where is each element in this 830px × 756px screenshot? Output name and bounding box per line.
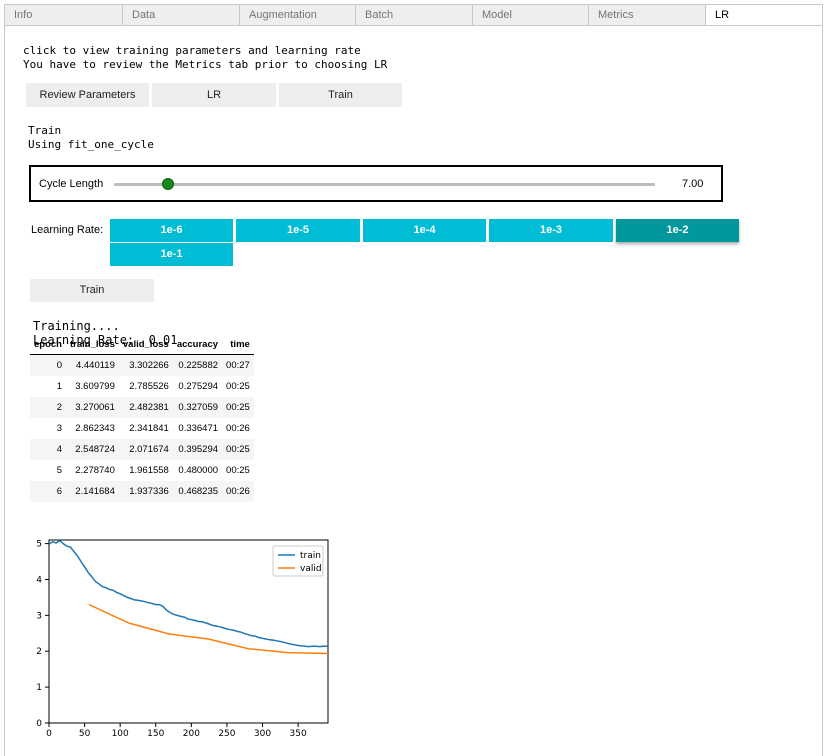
x-tick-label: 250 <box>218 729 235 739</box>
valid-loss-cell: 2.071674 <box>118 439 173 460</box>
y-tick-label: 5 <box>36 540 42 550</box>
review-parameters-button[interactable]: Review Parameters <box>26 83 149 107</box>
valid-loss-cell: 2.341841 <box>129 423 169 434</box>
accuracy-cell: 0.225882 <box>172 354 223 376</box>
time-cell: 00:25 <box>222 397 254 418</box>
header-accuracy: accuracy <box>172 334 223 355</box>
table-row: 1 3.609799 2.785526 0.275294 00:25 <box>30 376 254 397</box>
header-epoch: epoch <box>30 334 66 355</box>
table-row: 4 2.548724 2.071674 0.395294 00:25 <box>30 439 254 460</box>
epoch-cell: 0 <box>30 354 66 376</box>
y-tick-label: 1 <box>36 683 42 693</box>
tab-lr[interactable]: LR <box>705 4 823 26</box>
epoch-cell: 4 <box>30 439 66 460</box>
lr-option-1e-1[interactable]: 1e-1 <box>110 243 233 266</box>
cycle-length-slider-handle[interactable] <box>162 178 175 190</box>
tab-info[interactable]: Info <box>4 4 122 26</box>
legend-label-train: train <box>300 551 321 561</box>
accuracy-cell: 0.327059 <box>172 397 223 418</box>
intro-line-1: click to view training parameters and le… <box>23 44 361 57</box>
results-header-row: epoch train_loss valid_loss accuracy tim… <box>30 334 254 355</box>
header-train-loss: train_loss <box>65 334 119 355</box>
epoch-cell: 3 <box>56 423 62 434</box>
x-tick-label: 350 <box>290 729 307 739</box>
train-heading: Train <box>28 124 62 137</box>
valid-loss-cell: 2.482381 <box>118 397 173 418</box>
cycle-length-widget: Cycle Length 7.00 <box>29 165 723 202</box>
epoch-cell: 1 <box>56 381 62 392</box>
lr-option-1e-3[interactable]: 1e-3 <box>489 219 613 242</box>
tab-bar: Info Data Augmentation Batch Model Metri… <box>4 4 823 26</box>
valid-loss-cell: 1.961558 <box>129 465 169 476</box>
legend-label-valid: valid <box>300 564 322 574</box>
tab-batch[interactable]: Batch <box>355 4 472 26</box>
x-tick-label: 200 <box>183 729 200 739</box>
y-tick-label: 0 <box>36 719 42 729</box>
accuracy-cell: 0.480000 <box>178 465 219 476</box>
y-tick-label: 3 <box>36 611 42 621</box>
valid-loss-cell: 3.302266 <box>118 354 173 376</box>
lr-option-1e-2[interactable]: 1e-2 <box>616 219 739 242</box>
train-loss-cell: 3.609799 <box>75 381 115 392</box>
accuracy-cell: 0.275294 <box>178 381 219 392</box>
table-row: 0 4.440119 3.302266 0.225882 00:27 <box>30 354 254 376</box>
accuracy-cell: 0.468235 <box>172 481 223 502</box>
tab-augmentation[interactable]: Augmentation <box>239 4 355 26</box>
table-row: 3 2.862343 2.341841 0.336471 00:26 <box>30 418 254 439</box>
lr-button[interactable]: LR <box>152 83 276 107</box>
y-tick-label: 4 <box>36 575 42 585</box>
train-loss-cell: 4.440119 <box>65 354 119 376</box>
train-method: Using fit_one_cycle <box>28 138 154 151</box>
valid-loss-cell: 1.937336 <box>118 481 173 502</box>
train-loss-cell: 2.141684 <box>65 481 119 502</box>
cycle-length-label: Cycle Length <box>39 178 104 190</box>
learning-rate-label: Learning Rate: <box>31 224 104 236</box>
train-loss-cell: 2.548724 <box>65 439 119 460</box>
train-top-button[interactable]: Train <box>279 83 402 107</box>
time-cell: 00:27 <box>222 354 254 376</box>
cycle-length-slider-track[interactable] <box>114 183 655 186</box>
x-tick-label: 0 <box>46 729 52 739</box>
lr-option-1e-6[interactable]: 1e-6 <box>110 219 233 242</box>
train-loss-cell: 2.278740 <box>75 465 115 476</box>
table-row: 6 2.141684 1.937336 0.468235 00:26 <box>30 481 254 502</box>
tab-model[interactable]: Model <box>472 4 588 26</box>
valid-loss-cell: 2.785526 <box>129 381 169 392</box>
epoch-cell: 6 <box>30 481 66 502</box>
epoch-cell: 5 <box>56 465 62 476</box>
x-tick-label: 50 <box>79 729 91 739</box>
time-cell: 00:25 <box>226 381 250 392</box>
y-tick-label: 2 <box>36 647 42 657</box>
accuracy-cell: 0.395294 <box>172 439 223 460</box>
epoch-cell: 2 <box>30 397 66 418</box>
cycle-length-value: 7.00 <box>682 178 704 190</box>
intro-line-2: You have to review the Metrics tab prior… <box>23 58 388 71</box>
lr-option-1e-4[interactable]: 1e-4 <box>363 219 486 242</box>
x-tick-label: 100 <box>112 729 129 739</box>
train-loss-cell: 2.862343 <box>75 423 115 434</box>
time-cell: 00:26 <box>222 481 254 502</box>
accuracy-cell: 0.336471 <box>178 423 219 434</box>
time-cell: 00:25 <box>222 439 254 460</box>
table-row: 5 2.278740 1.961558 0.480000 00:25 <box>30 460 254 481</box>
training-status: Training.... <box>33 319 120 333</box>
time-cell: 00:25 <box>226 465 250 476</box>
table-row: 2 3.270061 2.482381 0.327059 00:25 <box>30 397 254 418</box>
header-time: time <box>222 334 254 355</box>
tab-metrics[interactable]: Metrics <box>588 4 705 26</box>
header-valid-loss: valid_loss <box>118 334 173 355</box>
tab-data[interactable]: Data <box>122 4 239 26</box>
train-button[interactable]: Train <box>30 279 154 302</box>
x-tick-label: 150 <box>147 729 164 739</box>
time-cell: 00:26 <box>226 423 250 434</box>
lr-option-1e-5[interactable]: 1e-5 <box>236 219 360 242</box>
x-tick-label: 300 <box>254 729 271 739</box>
train-loss-cell: 3.270061 <box>65 397 119 418</box>
results-table: epoch train_loss valid_loss accuracy tim… <box>30 334 254 502</box>
loss-chart: 0 50 100 150 200 250 300 350 0 1 2 3 4 5 train valid <box>36 539 329 739</box>
